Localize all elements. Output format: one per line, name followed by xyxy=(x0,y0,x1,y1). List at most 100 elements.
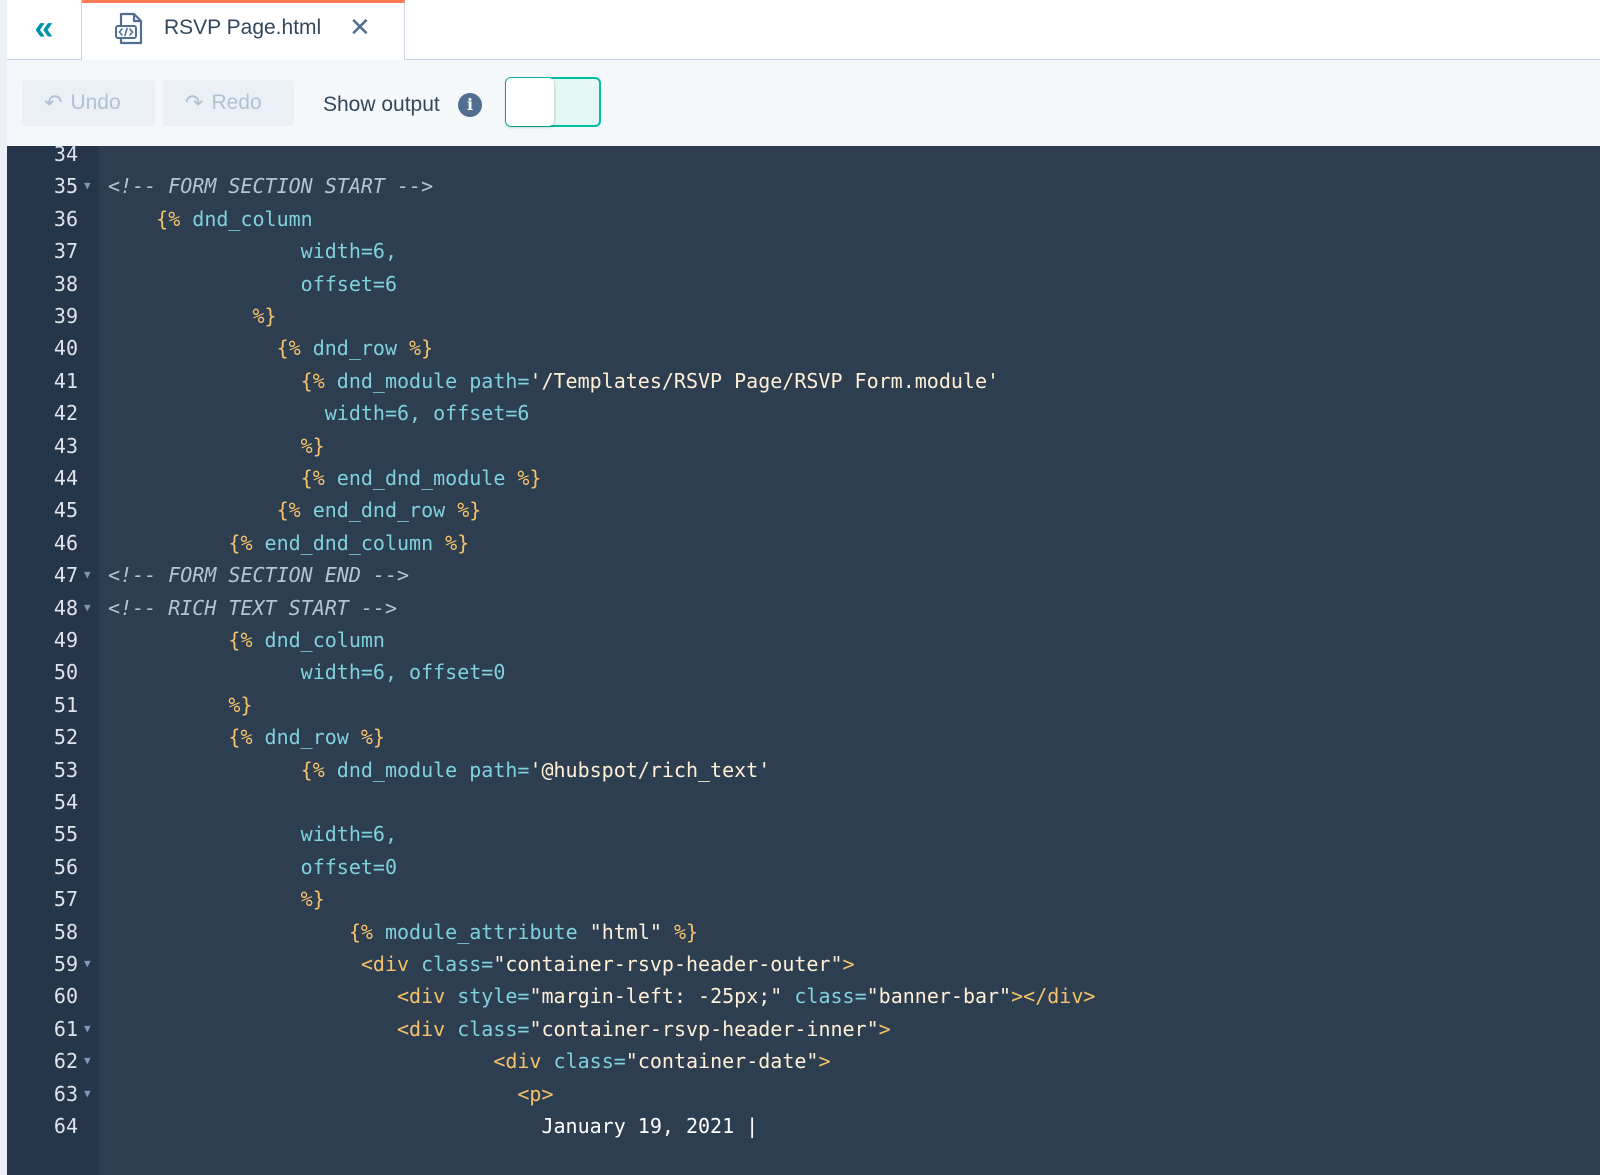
code-line[interactable]: 35 ▼ <!-- FORM SECTION START --> xyxy=(7,170,1600,202)
code-line[interactable]: 52 {% dnd_row %} xyxy=(7,721,1600,753)
line-code: %} xyxy=(108,689,253,721)
fold-arrow-icon[interactable]: ▼ xyxy=(84,559,96,591)
code-editor[interactable]: 34 35 ▼ <!-- FORM SECTION START --> 36 {% dn… xyxy=(7,146,1600,1175)
fold-arrow-icon[interactable]: ▼ xyxy=(84,170,96,202)
show-output-label: Show output xyxy=(323,93,440,116)
undo-button[interactable]: ↶ Undo xyxy=(22,80,155,126)
code-token: <div xyxy=(108,984,458,1009)
line-code: offset=0 xyxy=(108,851,397,883)
line-number: 47 xyxy=(53,563,78,588)
code-line[interactable]: 47 ▼ <!-- FORM SECTION END --> xyxy=(7,559,1600,591)
code-line[interactable]: 46 {% end_dnd_column %} xyxy=(7,527,1600,559)
line-code: <div class="container-rsvp-header-outer"… xyxy=(108,948,855,980)
line-code: <div class="container-rsvp-header-inner"… xyxy=(108,1013,891,1045)
code-token: '@hubspot/rich_text' xyxy=(529,757,771,782)
line-code: {% end_dnd_row %} xyxy=(108,494,482,526)
tab-rsvp-page[interactable]: RSVP Page.html ✕ xyxy=(82,0,405,60)
fold-arrow-icon[interactable]: ▼ xyxy=(84,1045,96,1077)
html-file-icon xyxy=(115,12,143,45)
code-line[interactable]: 57 %} xyxy=(7,883,1600,915)
fold-arrow-icon[interactable]: ▼ xyxy=(84,948,96,980)
line-code: {% dnd_column xyxy=(108,624,385,656)
code-line[interactable]: 48 ▼ <!-- RICH TEXT START --> xyxy=(7,592,1600,624)
show-output-toggle[interactable] xyxy=(505,77,601,127)
code-token: end_dnd_row xyxy=(312,498,458,523)
editor-toolbar: ↶ Undo ↷ Redo Show output i xyxy=(7,60,1600,147)
line-code: <!-- FORM SECTION START --> xyxy=(108,170,433,202)
code-line[interactable]: 36 {% dnd_column xyxy=(7,203,1600,235)
code-line[interactable]: 45 {% end_dnd_row %} xyxy=(7,494,1600,526)
code-token: "margin-left: -25px;" xyxy=(529,984,795,1009)
line-code: {% dnd_row %} xyxy=(108,332,434,364)
code-line[interactable]: 54 xyxy=(7,786,1600,818)
line-code: {% dnd_row %} xyxy=(108,721,385,753)
line-code: width=6, offset=6 xyxy=(108,397,530,429)
code-token: {% xyxy=(108,757,337,782)
code-token: > xyxy=(878,1016,891,1041)
fold-arrow-icon[interactable]: ▼ xyxy=(84,592,96,624)
code-token: width=6, offset=0 xyxy=(108,660,506,685)
code-token: %} xyxy=(108,692,253,717)
line-number: 46 xyxy=(53,530,78,555)
line-number: 41 xyxy=(53,368,78,393)
code-line[interactable]: 51 %} xyxy=(7,689,1600,721)
line-number: 38 xyxy=(53,271,78,296)
code-line[interactable]: 56 offset=0 xyxy=(7,851,1600,883)
line-number: 36 xyxy=(53,206,78,231)
tab-bar: « RSVP Page.html ✕ xyxy=(7,0,1600,60)
code-line[interactable]: 38 offset=6 xyxy=(7,268,1600,300)
line-number: 43 xyxy=(53,433,78,458)
line-code: <div class="container-date"> xyxy=(108,1045,830,1077)
code-token: dnd_row xyxy=(264,725,361,750)
code-token: width=6, xyxy=(108,239,397,264)
code-line[interactable]: 34 xyxy=(7,146,1600,170)
line-number: 51 xyxy=(53,692,78,717)
line-code: January 19, 2021 | xyxy=(108,1110,758,1142)
code-line[interactable]: 64 January 19, 2021 | xyxy=(7,1110,1600,1142)
code-line[interactable]: 39 %} xyxy=(7,300,1600,332)
code-token: %} xyxy=(517,466,542,490)
code-line[interactable]: 63 ▼ <p> xyxy=(7,1078,1600,1110)
code-line[interactable]: 40 {% dnd_row %} xyxy=(7,332,1600,364)
line-number: 40 xyxy=(53,336,78,361)
line-number: 44 xyxy=(53,466,78,490)
code-line[interactable]: 43 %} xyxy=(7,430,1600,462)
line-code: width=6, xyxy=(108,235,397,267)
close-icon[interactable]: ✕ xyxy=(349,12,371,43)
code-line[interactable]: 44 {% end_dnd_module %} xyxy=(7,462,1600,494)
code-line[interactable]: 49 {% dnd_column xyxy=(7,624,1600,656)
code-line[interactable]: 41 {% dnd_module path='/Templates/RSVP P… xyxy=(7,365,1600,397)
code-line[interactable]: 62 ▼ <div class="container-date"> xyxy=(7,1045,1600,1077)
line-code: %} xyxy=(108,300,276,332)
code-token: "container-date" xyxy=(625,1049,819,1074)
redo-icon: ↷ xyxy=(185,90,204,115)
code-line[interactable]: 50 width=6, offset=0 xyxy=(7,656,1600,688)
line-number: 53 xyxy=(53,757,78,782)
code-line[interactable]: 61 ▼ <div class="container-rsvp-header-in… xyxy=(7,1013,1600,1045)
code-line[interactable]: 53 {% dnd_module path='@hubspot/rich_tex… xyxy=(7,754,1600,786)
code-token: module_attribute xyxy=(384,919,590,944)
collapse-sidebar-button[interactable]: « xyxy=(7,0,82,59)
code-token: %} xyxy=(409,336,434,361)
fold-arrow-icon[interactable]: ▼ xyxy=(84,1013,96,1045)
line-code: {% dnd_module path='@hubspot/rich_text' xyxy=(108,754,771,786)
info-icon[interactable]: i xyxy=(458,93,482,117)
code-token: '/Templates/RSVP Page/RSVP Form.module' xyxy=(529,368,1000,393)
code-line[interactable]: 42 width=6, offset=6 xyxy=(7,397,1600,429)
fold-arrow-icon[interactable]: ▼ xyxy=(84,1078,96,1110)
code-token: {% xyxy=(108,368,337,393)
code-token: {% xyxy=(108,336,313,361)
code-line[interactable]: 60 <div style="margin-left: -25px;" clas… xyxy=(7,980,1600,1012)
code-line[interactable]: 58 {% module_attribute "html" %} xyxy=(7,916,1600,948)
redo-button[interactable]: ↷ Redo xyxy=(163,80,294,126)
code-token: "container-rsvp-header-outer" xyxy=(493,952,843,976)
code-line[interactable]: 55 width=6, xyxy=(7,818,1600,850)
line-number: 37 xyxy=(53,239,78,264)
line-number: 59 xyxy=(53,952,78,976)
code-token: dnd_module path= xyxy=(336,368,530,393)
code-token: dnd_module path= xyxy=(336,757,530,782)
code-line[interactable]: 37 width=6, xyxy=(7,235,1600,267)
line-code: {% end_dnd_module %} xyxy=(108,462,542,494)
code-line[interactable]: 59 ▼ <div class="container-rsvp-header-ou… xyxy=(7,948,1600,980)
undo-icon: ↶ xyxy=(44,90,63,115)
